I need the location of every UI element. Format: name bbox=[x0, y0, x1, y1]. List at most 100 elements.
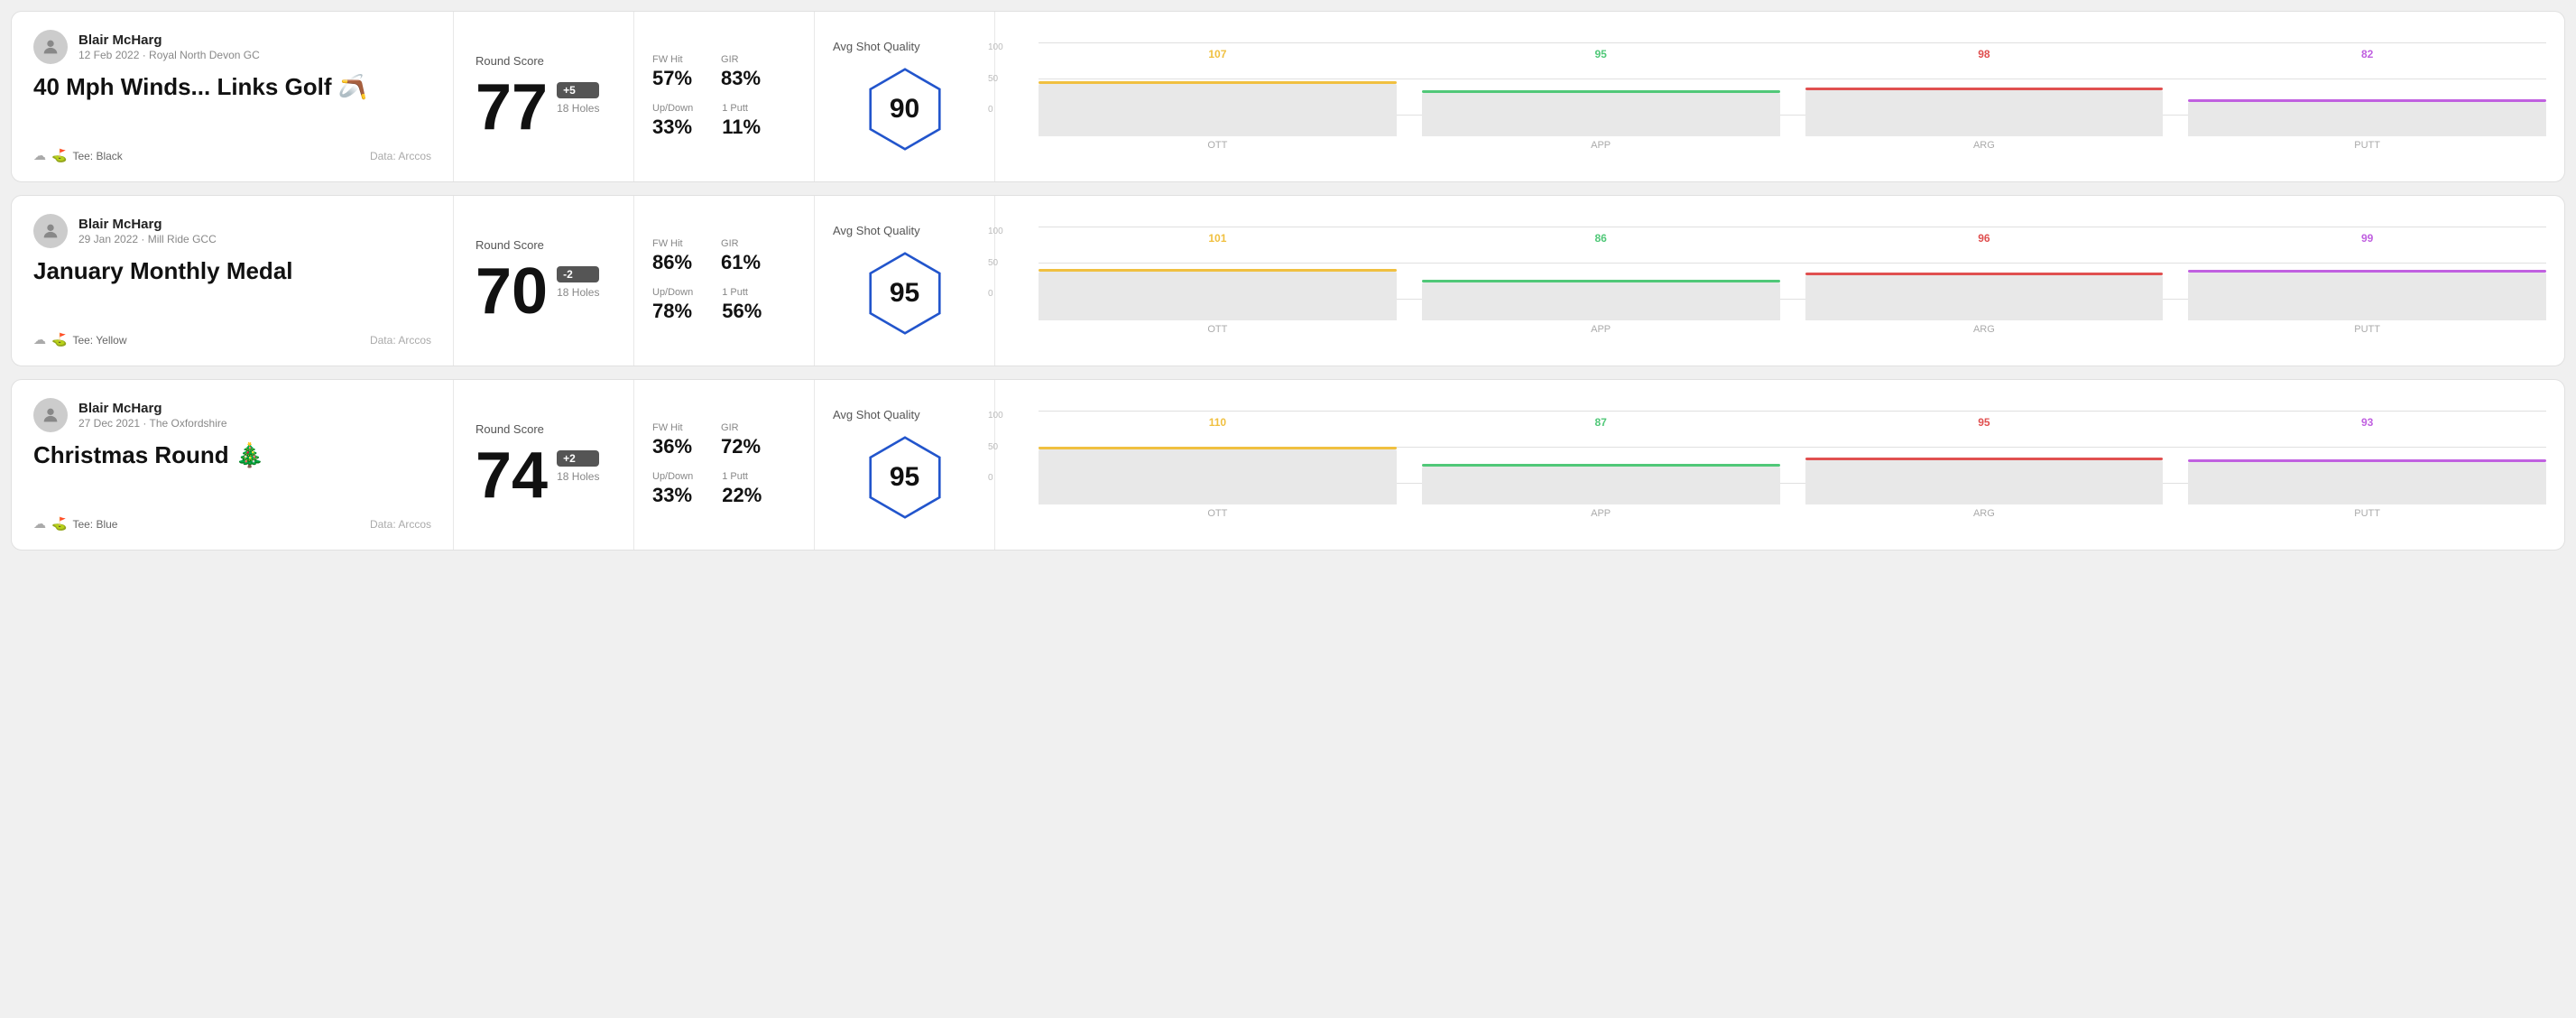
score-badge: -2 bbox=[557, 266, 599, 282]
quality-score: 90 bbox=[890, 94, 919, 125]
avatar bbox=[33, 30, 68, 64]
oneputt-value: 11% bbox=[722, 116, 761, 139]
round-card-3: Blair McHarg 27 Dec 2021 · The Oxfordshi… bbox=[11, 379, 2565, 551]
score-number: 77 bbox=[475, 75, 548, 140]
chart-columns: 110 OTT 87 APP 95 bbox=[1039, 411, 2546, 519]
oneputt-label: 1 Putt bbox=[722, 471, 762, 482]
chart-color-line bbox=[1422, 280, 1780, 282]
updown-stat: Up/Down 33% bbox=[652, 103, 693, 139]
stats-section: FW Hit 57% GIR 83% Up/Down 33% 1 Putt 11… bbox=[634, 12, 815, 181]
card-footer: ☁ ⛳ Tee: Blue Data: Arccos bbox=[33, 516, 431, 532]
score-main: 77 +5 18 Holes bbox=[475, 75, 612, 140]
chart-value-label: 99 bbox=[2361, 232, 2373, 245]
updown-stat: Up/Down 78% bbox=[652, 287, 693, 323]
chart-value-label: 93 bbox=[2361, 416, 2373, 429]
player-info: Blair McHarg 29 Jan 2022 · Mill Ride GCC bbox=[78, 217, 217, 245]
score-badge: +5 bbox=[557, 82, 599, 98]
stats-row-bottom: Up/Down 33% 1 Putt 11% bbox=[652, 103, 796, 139]
tee-label: Tee: Blue bbox=[72, 518, 117, 531]
score-label: Round Score bbox=[475, 54, 612, 68]
score-badge-wrap: -2 18 Holes bbox=[557, 259, 599, 299]
chart-col-ott: 107 OTT bbox=[1039, 48, 1397, 151]
score-main: 70 -2 18 Holes bbox=[475, 259, 612, 324]
chart-x-label: PUTT bbox=[2354, 324, 2380, 335]
round-title: January Monthly Medal bbox=[33, 257, 431, 285]
oneputt-label: 1 Putt bbox=[722, 287, 762, 298]
chart-value-label: 107 bbox=[1208, 48, 1226, 60]
gir-stat: GIR 61% bbox=[721, 238, 761, 274]
chart-x-label: ARG bbox=[1973, 140, 1995, 151]
player-name: Blair McHarg bbox=[78, 32, 260, 48]
chart-columns: 107 OTT 95 APP 98 bbox=[1039, 42, 2546, 151]
chart-bar-container bbox=[2188, 432, 2546, 504]
tee-label: Tee: Black bbox=[72, 150, 122, 162]
chart-col-ott: 101 OTT bbox=[1039, 232, 1397, 335]
chart-bg-bar bbox=[1805, 275, 2164, 320]
quality-label: Avg Shot Quality bbox=[833, 408, 920, 421]
chart-wrapper: 100500 101 OTT 86 APP 96 bbox=[1013, 227, 2546, 335]
round-meta: 29 Jan 2022 · Mill Ride GCC bbox=[78, 233, 217, 245]
score-label: Round Score bbox=[475, 238, 612, 252]
chart-color-line bbox=[1422, 464, 1780, 467]
quality-section: Avg Shot Quality 90 bbox=[815, 12, 995, 181]
round-card-1: Blair McHarg 12 Feb 2022 · Royal North D… bbox=[11, 11, 2565, 182]
chart-x-label: ARG bbox=[1973, 508, 1995, 519]
data-source: Data: Arccos bbox=[370, 150, 431, 162]
user-icon bbox=[41, 37, 60, 57]
oneputt-stat: 1 Putt 22% bbox=[722, 471, 762, 507]
y-axis-label: 0 bbox=[988, 289, 1003, 299]
chart-bg-bar bbox=[1039, 449, 1397, 504]
data-source: Data: Arccos bbox=[370, 334, 431, 347]
chart-bar-container bbox=[1805, 432, 2164, 504]
chart-bg-bar bbox=[2188, 273, 2546, 320]
chart-bar-container bbox=[1422, 64, 1780, 136]
score-section: Round Score 77 +5 18 Holes bbox=[454, 12, 634, 181]
user-icon bbox=[41, 221, 60, 241]
chart-wrapper: 100500 110 OTT 87 APP 95 bbox=[1013, 411, 2546, 519]
quality-section: Avg Shot Quality 95 bbox=[815, 380, 995, 550]
card-footer: ☁ ⛳ Tee: Yellow Data: Arccos bbox=[33, 332, 431, 347]
player-header: Blair McHarg 29 Jan 2022 · Mill Ride GCC bbox=[33, 214, 431, 248]
y-axis-label: 50 bbox=[988, 442, 1003, 452]
y-axis-label: 0 bbox=[988, 473, 1003, 483]
quality-score: 95 bbox=[890, 278, 919, 309]
updown-label: Up/Down bbox=[652, 471, 693, 482]
tee-info: ☁ ⛳ Tee: Black bbox=[33, 148, 123, 163]
fw-hit-label: FW Hit bbox=[652, 422, 692, 433]
chart-x-label: OTT bbox=[1207, 324, 1227, 335]
score-number: 70 bbox=[475, 259, 548, 324]
player-name: Blair McHarg bbox=[78, 217, 217, 232]
card-footer: ☁ ⛳ Tee: Black Data: Arccos bbox=[33, 148, 431, 163]
stats-row-top: FW Hit 57% GIR 83% bbox=[652, 54, 796, 90]
quality-label: Avg Shot Quality bbox=[833, 40, 920, 53]
card-left-section: Blair McHarg 12 Feb 2022 · Royal North D… bbox=[12, 12, 454, 181]
chart-value-label: 82 bbox=[2361, 48, 2373, 60]
player-name: Blair McHarg bbox=[78, 401, 227, 416]
oneputt-stat: 1 Putt 56% bbox=[722, 287, 762, 323]
chart-value-label: 101 bbox=[1208, 232, 1226, 245]
gir-value: 83% bbox=[721, 67, 761, 90]
chart-section: 100500 101 OTT 86 APP 96 bbox=[995, 196, 2564, 366]
chart-col-putt: 82 PUTT bbox=[2188, 48, 2546, 151]
chart-color-line bbox=[1805, 273, 2164, 275]
chart-color-line bbox=[1039, 81, 1397, 84]
fw-hit-stat: FW Hit 57% bbox=[652, 54, 692, 90]
golf-icon: ⛳ bbox=[51, 516, 67, 532]
tee-label: Tee: Yellow bbox=[72, 334, 126, 347]
golf-icon: ⛳ bbox=[51, 332, 67, 347]
chart-x-label: APP bbox=[1591, 508, 1611, 519]
avatar bbox=[33, 214, 68, 248]
round-title: Christmas Round 🎄 bbox=[33, 441, 431, 469]
chart-bg-bar bbox=[1039, 84, 1397, 136]
round-meta: 12 Feb 2022 · Royal North Devon GC bbox=[78, 49, 260, 61]
card-left-section: Blair McHarg 27 Dec 2021 · The Oxfordshi… bbox=[12, 380, 454, 550]
tee-info: ☁ ⛳ Tee: Blue bbox=[33, 516, 117, 532]
score-label: Round Score bbox=[475, 422, 612, 436]
tee-info: ☁ ⛳ Tee: Yellow bbox=[33, 332, 126, 347]
quality-section: Avg Shot Quality 95 bbox=[815, 196, 995, 366]
golf-icon: ⛳ bbox=[51, 148, 67, 163]
gir-value: 72% bbox=[721, 435, 761, 458]
gir-label: GIR bbox=[721, 238, 761, 249]
stats-row-top: FW Hit 36% GIR 72% bbox=[652, 422, 796, 458]
chart-value-label: 98 bbox=[1978, 48, 1990, 60]
